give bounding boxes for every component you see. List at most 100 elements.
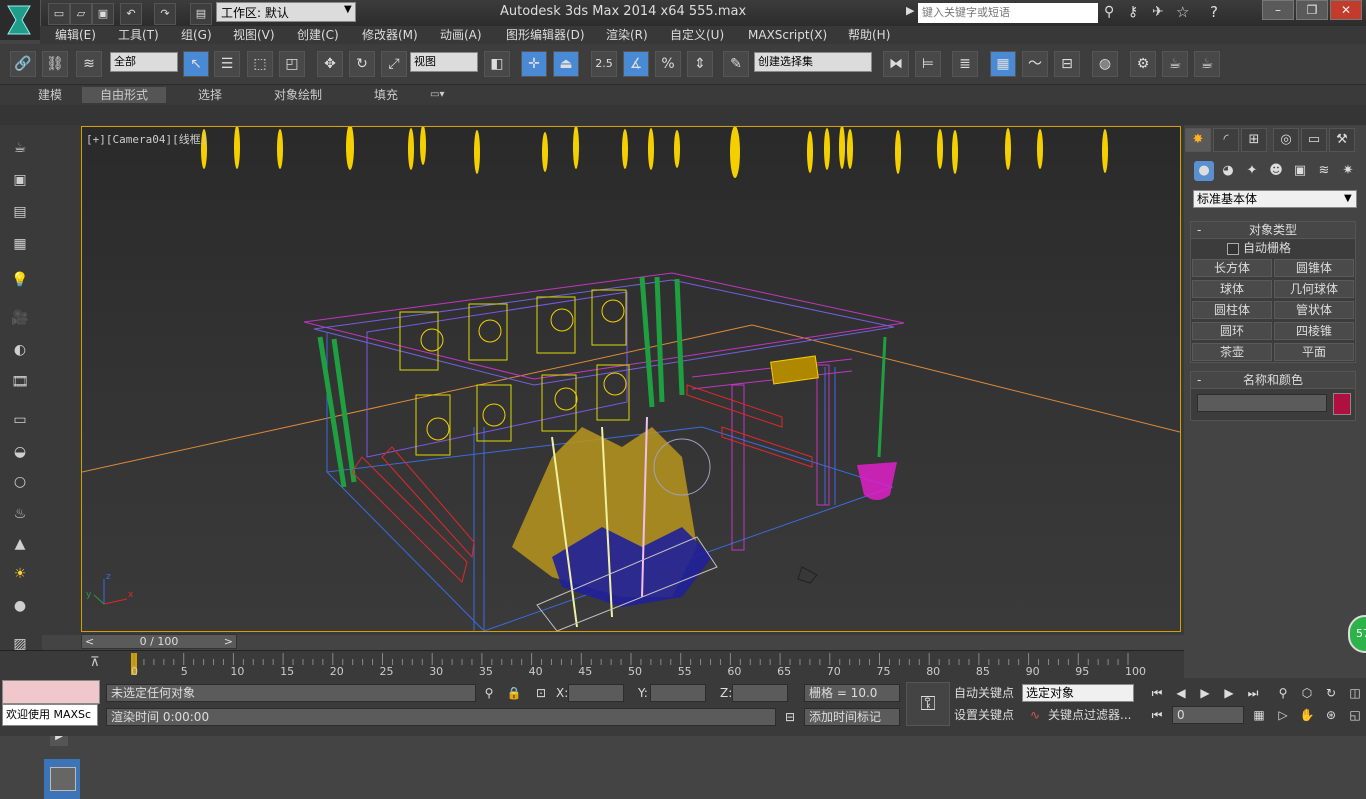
workspace-dropdown[interactable]: 工作区: 默认 <box>216 2 356 22</box>
set-key-icon[interactable]: ⚿ <box>906 682 950 726</box>
lights-icon[interactable]: ✦ <box>1242 161 1262 181</box>
keyboard-shortcut-override-icon[interactable]: ⏏ <box>553 51 579 77</box>
key-icon[interactable]: ⚷ <box>1128 4 1138 20</box>
menu-tools[interactable]: 工具(T) <box>118 26 159 44</box>
shapes-icon[interactable]: ◕ <box>1218 161 1238 181</box>
menu-modifiers[interactable]: 修改器(M) <box>362 26 418 44</box>
box-button[interactable]: 长方体 <box>1192 259 1272 277</box>
mirror-icon[interactable]: ⧓ <box>883 51 909 77</box>
video-icon[interactable]: 🎞 <box>8 371 32 393</box>
basket-icon[interactable]: ♨ <box>8 503 32 525</box>
ribbon-tab-populate[interactable]: 填充 <box>374 87 398 103</box>
time-slider[interactable]: < 0 / 100 > <box>81 634 237 649</box>
curve-editor-icon[interactable]: 〜 <box>1022 51 1048 77</box>
sphere-render-icon[interactable]: ◐ <box>8 339 32 361</box>
current-frame-input[interactable]: 0 <box>1172 706 1244 724</box>
communication-icon[interactable]: ✈ <box>1152 4 1164 20</box>
menu-graph-editors[interactable]: 图形编辑器(D) <box>506 26 585 44</box>
plane-button[interactable]: 平面 <box>1274 343 1354 361</box>
maximize-viewport-icon[interactable]: ◫ <box>1346 684 1364 702</box>
help-icon[interactable]: ? <box>1210 3 1218 21</box>
app-logo-button[interactable] <box>0 0 41 40</box>
move-icon[interactable]: ✥ <box>317 51 343 77</box>
set-key-button[interactable]: 设置关键点 <box>954 706 1014 724</box>
sun-icon[interactable]: ☀ <box>8 563 32 585</box>
schematic-view-icon[interactable]: ⊟ <box>1054 51 1080 77</box>
sphere-button[interactable]: 球体 <box>1192 280 1272 298</box>
cylinder-button[interactable]: 圆柱体 <box>1192 301 1272 319</box>
viewport-layout-icon[interactable] <box>44 759 80 799</box>
maximize-button[interactable]: ❐ <box>1296 0 1328 20</box>
select-by-name-icon[interactable]: ☰ <box>214 51 240 77</box>
menu-animation[interactable]: 动画(A) <box>440 26 482 44</box>
menu-create[interactable]: 创建(C) <box>297 26 339 44</box>
goto-end-icon[interactable]: ⏭ <box>1244 684 1262 702</box>
camera-viewport[interactable]: z x y [+][Camera04][线框] <box>81 126 1181 632</box>
pyramid-button[interactable]: 四棱锥 <box>1274 322 1354 340</box>
rendered-frame-window-icon[interactable]: ☕ <box>1162 51 1188 77</box>
menu-edit[interactable]: 编辑(E) <box>55 26 96 44</box>
save-file-icon[interactable]: ▣ <box>92 3 114 25</box>
geosphere-button[interactable]: 几何球体 <box>1274 280 1354 298</box>
hierarchy-tab-icon[interactable]: ⊞ <box>1241 128 1267 152</box>
goto-start-icon[interactable]: ⏮ <box>1148 684 1166 702</box>
modify-tab-icon[interactable]: ◜ <box>1213 128 1239 152</box>
max-toggle-icon[interactable]: ◱ <box>1346 706 1364 724</box>
menu-group[interactable]: 组(G) <box>181 26 212 44</box>
new-file-icon[interactable]: ▭ <box>48 3 70 25</box>
time-slider-next-icon[interactable]: > <box>224 635 233 648</box>
maxscript-listener-white[interactable]: 欢迎使用 MAXSc <box>2 704 98 726</box>
window-crossing-icon[interactable]: ◰ <box>279 51 305 77</box>
key-filters-button[interactable]: 关键点过滤器... <box>1048 706 1131 724</box>
list-icon[interactable]: ▤ <box>8 201 32 223</box>
torus-button[interactable]: 圆环 <box>1192 322 1272 340</box>
hemisphere-icon[interactable]: ◒ <box>8 441 32 463</box>
close-button[interactable]: ✕ <box>1330 0 1362 20</box>
circle-icon[interactable]: ○ <box>8 471 32 493</box>
pan-hand-icon[interactable]: ✋ <box>1298 706 1316 724</box>
link-icon[interactable]: 🔗 <box>10 51 36 77</box>
object-color-swatch[interactable] <box>1333 393 1351 415</box>
layer-manager-icon[interactable]: ≣ <box>952 51 978 77</box>
add-time-tag-button[interactable]: 添加时间标记 <box>804 708 900 726</box>
redo-icon[interactable]: ↷ <box>154 3 176 25</box>
ribbon-tab-freeform[interactable]: 自由形式 <box>82 87 167 103</box>
selection-filter-dropdown[interactable]: 全部 <box>110 52 178 72</box>
object-name-input[interactable] <box>1197 394 1327 412</box>
cone-icon[interactable]: ▲ <box>8 533 32 555</box>
autogrid-checkbox[interactable] <box>1227 243 1239 255</box>
edit-named-selection-icon[interactable]: ✎ <box>723 51 749 77</box>
tube-button[interactable]: 管状体 <box>1274 301 1354 319</box>
render-icon[interactable]: ▣ <box>8 169 32 191</box>
scale-icon[interactable]: ⤢ <box>381 51 407 77</box>
play-icon[interactable]: ▶ <box>1196 684 1214 702</box>
geometry-icon[interactable]: ● <box>1194 161 1214 181</box>
favorites-star-icon[interactable]: ☆ <box>1176 3 1189 21</box>
percent-snap-icon[interactable]: % <box>655 51 681 77</box>
helpers-icon[interactable]: ▣ <box>1290 161 1310 181</box>
time-badge[interactable]: 57 <box>1348 615 1366 653</box>
cone-button[interactable]: 圆锥体 <box>1274 259 1354 277</box>
binoculars-icon[interactable]: ⚲ <box>1104 4 1114 20</box>
time-config-icon[interactable]: ▦ <box>1250 706 1268 724</box>
rotate-icon[interactable]: ↻ <box>349 51 375 77</box>
grid-icon[interactable]: ▦ <box>8 233 32 255</box>
search-input[interactable]: 键入关键字或短语 <box>918 3 1098 23</box>
disc-icon[interactable]: ● <box>8 595 32 617</box>
x-coordinate-input[interactable] <box>568 684 624 702</box>
project-folder-icon[interactable]: ▤ <box>190 3 212 25</box>
minimize-button[interactable]: – <box>1262 0 1294 20</box>
reference-coordinate-dropdown[interactable]: 视图 <box>410 52 478 72</box>
material-editor-icon[interactable]: ◍ <box>1092 51 1118 77</box>
pivot-center-icon[interactable]: ◧ <box>484 51 510 77</box>
scene-explorer-icon[interactable]: ▦ <box>990 51 1016 77</box>
name-color-header[interactable]: - 名称和颜色 <box>1191 372 1355 389</box>
menu-maxscript[interactable]: MAXScript(X) <box>748 26 827 44</box>
time-tag-icon[interactable]: ⊟ <box>781 708 799 726</box>
ribbon-tab-modeling[interactable]: 建模 <box>38 87 62 103</box>
teapot-icon[interactable]: ☕ <box>8 137 32 159</box>
systems-icon[interactable]: ✷ <box>1338 161 1358 181</box>
snaps-toggle-icon[interactable]: 2.5 <box>591 51 617 77</box>
isolate-icon[interactable]: ⚲ <box>480 684 498 702</box>
display-tab-icon[interactable]: ▭ <box>1301 128 1327 152</box>
